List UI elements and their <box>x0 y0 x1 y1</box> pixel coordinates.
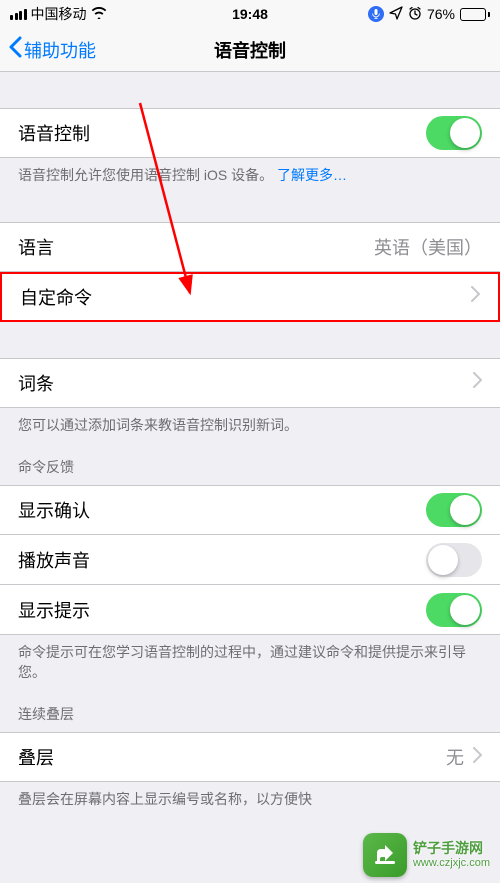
page-title: 语音控制 <box>214 37 286 63</box>
vocabulary-footer: 您可以通过添加词条来教语音控制识别新词。 <box>0 408 500 436</box>
toggle-voice-control[interactable] <box>426 116 482 150</box>
alarm-icon <box>408 6 422 23</box>
overlay-value: 无 <box>446 744 464 770</box>
section-header-overlay: 连续叠层 <box>0 682 500 732</box>
voice-control-footer: 语音控制允许您使用语音控制 iOS 设备。 了解更多… <box>0 158 500 186</box>
toggle-show-confirmation[interactable] <box>426 493 482 527</box>
watermark-title: 铲子手游网 <box>413 840 490 857</box>
overlay-label: 叠层 <box>18 744 54 770</box>
watermark-logo-icon <box>363 833 407 877</box>
row-voice-control[interactable]: 语音控制 <box>0 108 500 158</box>
toggle-play-sound[interactable] <box>426 543 482 577</box>
battery-icon <box>460 8 490 21</box>
row-language[interactable]: 语言 英语（美国） <box>0 222 500 272</box>
signal-icon <box>10 9 27 20</box>
chevron-right-icon <box>472 747 482 768</box>
battery-pct: 76% <box>427 6 455 22</box>
custom-commands-label: 自定命令 <box>20 284 92 310</box>
section-header-feedback: 命令反馈 <box>0 435 500 485</box>
overlay-footer: 叠层会在屏幕内容上显示编号或名称，以方便快 <box>0 782 500 810</box>
show-confirmation-label: 显示确认 <box>18 497 90 523</box>
chevron-left-icon <box>8 36 22 63</box>
back-button[interactable]: 辅助功能 <box>8 36 96 63</box>
status-time: 19:48 <box>232 6 268 22</box>
carrier-label: 中国移动 <box>31 4 87 24</box>
toggle-show-hint[interactable] <box>426 593 482 627</box>
row-custom-commands[interactable]: 自定命令 <box>0 272 500 322</box>
watermark-url: www.czjxjc.com <box>413 857 490 870</box>
status-right: 76% <box>368 6 490 23</box>
status-bar: 中国移动 19:48 76% <box>0 0 500 28</box>
location-arrow-icon <box>389 6 403 23</box>
language-value: 英语（美国） <box>374 234 482 260</box>
watermark: 铲子手游网 www.czjxjc.com <box>363 833 490 877</box>
show-hint-label: 显示提示 <box>18 597 90 623</box>
voice-control-label: 语音控制 <box>18 120 90 146</box>
row-show-hint[interactable]: 显示提示 <box>0 585 500 635</box>
row-play-sound[interactable]: 播放声音 <box>0 535 500 585</box>
wifi-icon <box>91 6 107 22</box>
chevron-right-icon <box>470 286 480 307</box>
nav-bar: 辅助功能 语音控制 <box>0 28 500 72</box>
play-sound-label: 播放声音 <box>18 547 90 573</box>
language-label: 语言 <box>18 234 54 260</box>
status-left: 中国移动 <box>10 4 107 24</box>
chevron-right-icon <box>472 372 482 393</box>
row-vocabulary[interactable]: 词条 <box>0 358 500 408</box>
row-overlay[interactable]: 叠层 无 <box>0 732 500 782</box>
back-label: 辅助功能 <box>24 37 96 63</box>
learn-more-link[interactable]: 了解更多… <box>277 167 347 183</box>
voice-control-badge-icon <box>368 6 384 22</box>
vocabulary-label: 词条 <box>18 370 54 396</box>
row-show-confirmation[interactable]: 显示确认 <box>0 485 500 535</box>
feedback-footer: 命令提示可在您学习语音控制的过程中，通过建议命令和提供提示来引导您。 <box>0 635 500 682</box>
